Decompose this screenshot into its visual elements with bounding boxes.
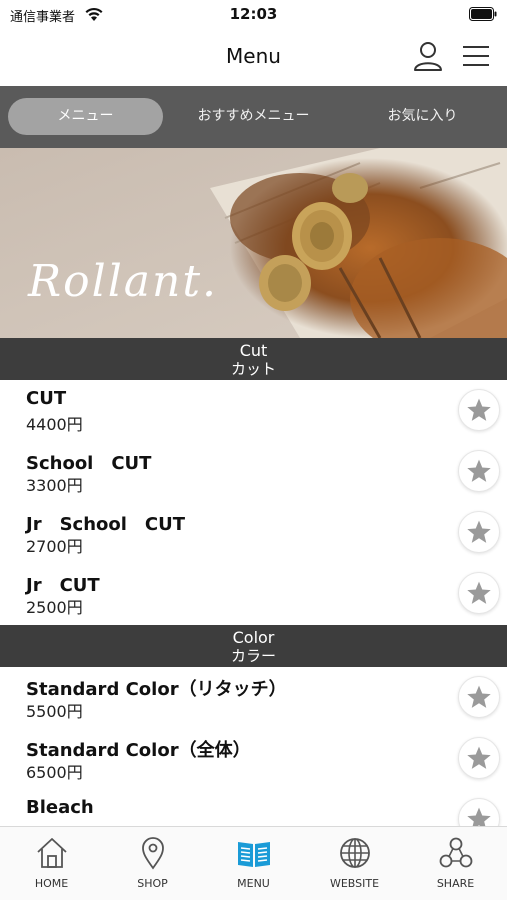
nav-shop[interactable]: SHOP [102,835,203,897]
share-icon [439,837,472,868]
star-icon [467,459,491,482]
nav-shop-label: SHOP [137,877,168,890]
nav-website-label: WEBSITE [329,877,380,890]
section-title-en: Cut [239,341,268,360]
battery-icon [469,7,497,21]
menu-item-price: 2500円 [26,598,83,617]
star-icon [467,746,491,769]
nav-share-label: SHARE [436,877,475,890]
menu-item[interactable]: Jr CUT 2500円 [0,563,507,624]
account-icon[interactable] [412,40,444,72]
star-icon [467,581,491,604]
tab-favorites[interactable]: お気に入り [345,98,500,135]
section-header-color: Color カラー [0,625,507,667]
menu-item-price: 4400円 [26,415,83,434]
favorite-button[interactable] [458,676,500,718]
banner-logo: Rollant. [28,256,219,307]
home-icon [36,838,67,868]
menu-item[interactable]: School CUT 3300円 [0,441,507,502]
menu-item-price: 3300円 [26,476,83,495]
hamburger-menu-icon[interactable] [462,43,490,69]
globe-icon [339,838,370,868]
favorite-button[interactable] [458,450,500,492]
tab-bar: メニュー おすすめメニュー お気に入り [0,86,507,148]
nav-share[interactable]: SHARE [405,835,506,897]
banner-image: Rollant. [0,148,507,338]
status-bar: 通信事業者 12:03 [0,0,507,30]
menu-item-price: 2700円 [26,537,83,556]
menu-item[interactable]: CUT 4400円 [0,380,507,441]
star-icon [467,685,491,708]
bottom-nav: HOME SHOP MENU WEBSITE SHARE [0,826,507,900]
tab-menu[interactable]: メニュー [8,98,163,135]
app-header: Menu [0,30,507,86]
menu-item-price: 5500円 [26,702,83,721]
menu-item[interactable]: Standard Color（リタッチ） 5500円 [0,667,507,728]
section-title-en: Color [232,628,275,647]
tab-recommended-menu[interactable]: おすすめメニュー [176,98,331,135]
status-time: 12:03 [229,5,278,23]
section-title-jp: カラー [230,647,276,665]
menu-item[interactable]: Standard Color（全体） 6500円 [0,728,507,789]
nav-menu-label: MENU [237,877,270,890]
section-title-jp: カット [230,360,276,378]
section-header-cut: Cut カット [0,338,507,380]
menu-item-name: CUT [26,388,67,409]
map-pin-icon [141,837,164,870]
menu-item-name: Bleach [26,797,94,818]
book-icon [237,842,270,867]
star-icon [467,398,491,421]
nav-menu[interactable]: MENU [203,835,304,897]
favorite-button[interactable] [458,572,500,614]
nav-home[interactable]: HOME [1,835,102,897]
favorite-button[interactable] [458,389,500,431]
bouquet-photo [0,148,507,338]
favorite-button[interactable] [458,511,500,553]
menu-item-price: 6500円 [26,763,83,782]
favorite-button[interactable] [458,737,500,779]
nav-home-label: HOME [34,877,69,890]
nav-website[interactable]: WEBSITE [304,835,405,897]
menu-item[interactable]: Jr School CUT 2700円 [0,502,507,563]
star-icon [467,520,491,543]
